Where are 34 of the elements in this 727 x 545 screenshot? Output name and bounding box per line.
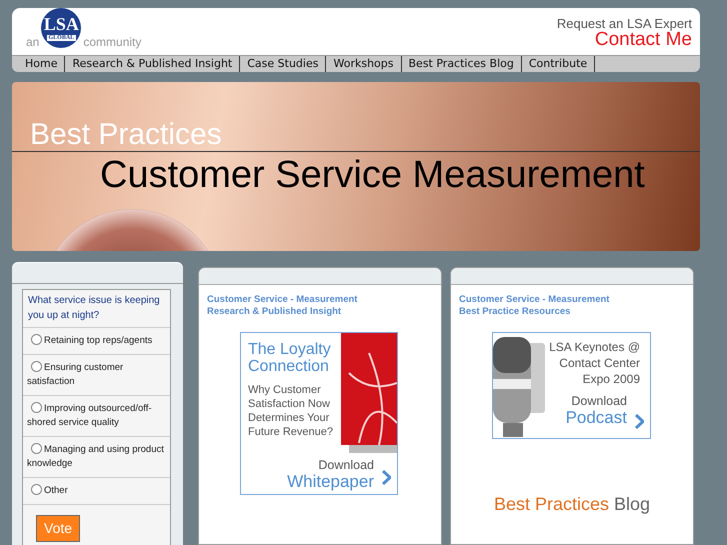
contact-link[interactable]: Contact Me bbox=[594, 30, 692, 51]
podcast-promo[interactable]: LSA Keynotes @ Contact Center Expo 2009 Download Podcast bbox=[492, 332, 651, 439]
banner-kicker: Best Practices bbox=[29, 117, 223, 150]
panel-heading: Customer Service - Measurement Best Practice Resources bbox=[458, 293, 610, 318]
poll-option[interactable]: Other bbox=[27, 484, 68, 498]
logo-text: LSA bbox=[44, 15, 79, 33]
poll-option[interactable]: Retaining top reps/agents bbox=[27, 334, 152, 348]
promo-text: Why Customer Satisfaction Now Determines Your Future Revenue? bbox=[247, 383, 334, 439]
nav-link[interactable]: Case Studies bbox=[240, 56, 326, 72]
logo-text: an bbox=[26, 34, 40, 51]
promo-text: LSA Keynotes @ Contact Center Expo 2009 bbox=[548, 339, 641, 387]
nav-link[interactable]: Workshops bbox=[326, 56, 402, 72]
nav-link[interactable]: Home bbox=[12, 56, 66, 72]
promo-title: The Loyalty Connection bbox=[247, 340, 332, 375]
nav-link[interactable]: Contribute bbox=[522, 56, 596, 72]
radio-button[interactable] bbox=[31, 443, 42, 454]
request-text: Request an LSA Expert bbox=[556, 17, 692, 30]
poll-option[interactable]: Improving outsourced/off-shored service quality bbox=[27, 402, 166, 430]
download-label: Download bbox=[570, 395, 628, 408]
download-label: Download bbox=[317, 459, 375, 472]
radio-button[interactable] bbox=[31, 361, 42, 372]
banner-title: Customer Service Measurement bbox=[99, 153, 646, 194]
radio-button[interactable] bbox=[31, 484, 42, 495]
poll-question: What service issue is keeping you up at night? bbox=[27, 294, 161, 323]
panel-heading: Customer Service - Measurement Research & Published Insight bbox=[206, 293, 358, 318]
nav-link[interactable]: Research & Published Insight bbox=[65, 56, 240, 72]
poll-option[interactable]: Ensuring customer satisfaction bbox=[27, 361, 166, 389]
blog-logo-link[interactable]: Best Practices Blog bbox=[451, 495, 693, 513]
poll-option[interactable]: Managing and using product knowledge bbox=[27, 443, 166, 471]
nav-link[interactable]: Best Practices Blog bbox=[402, 56, 522, 72]
logo-text: community bbox=[83, 34, 142, 51]
whitepaper-promo[interactable]: The Loyalty Connection Why Customer Satisfaction Now Determines Your Future Revenue? Download Whitepaper bbox=[240, 332, 398, 495]
radio-button[interactable] bbox=[31, 334, 42, 345]
radio-button[interactable] bbox=[31, 402, 42, 413]
